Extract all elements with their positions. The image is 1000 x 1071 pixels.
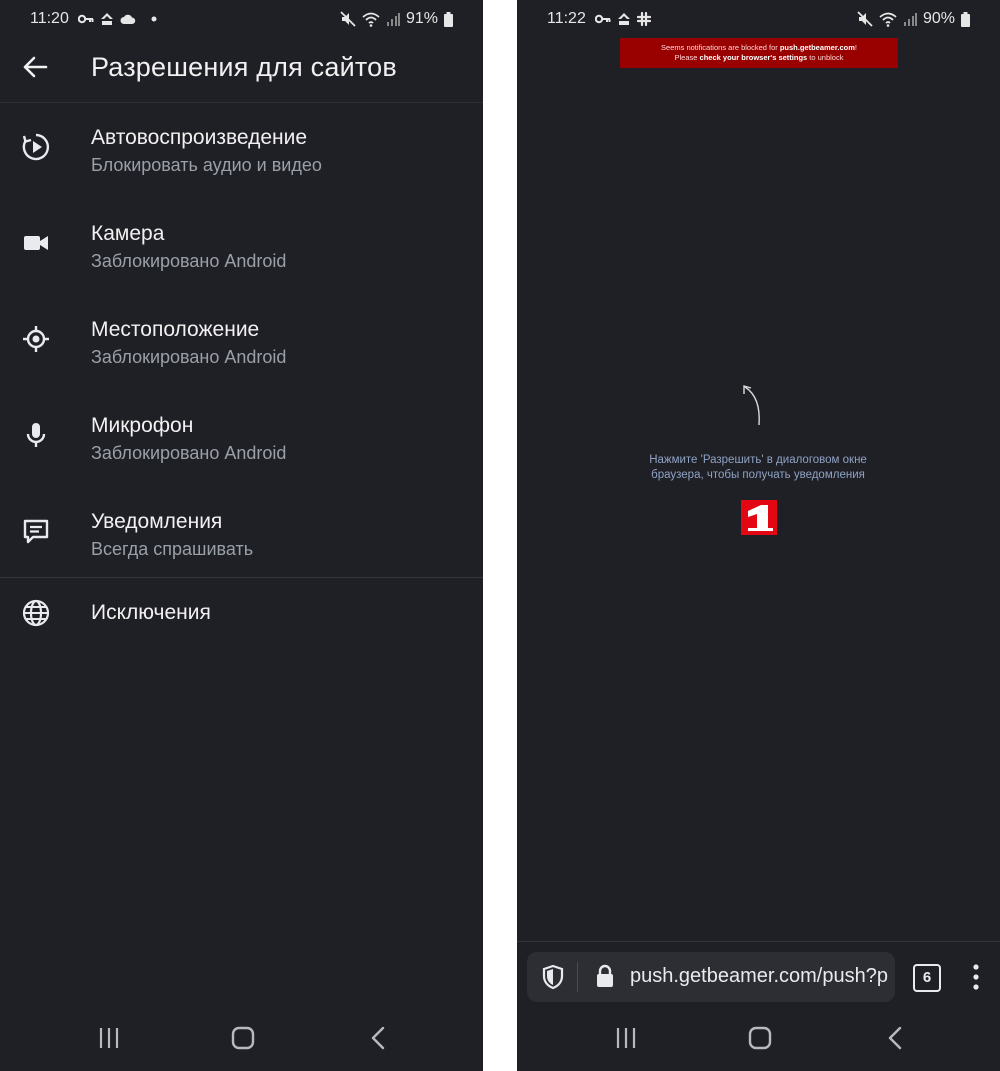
status-system-icons: 90% bbox=[857, 9, 970, 29]
microphone-icon bbox=[26, 423, 46, 447]
permission-item-location[interactable]: Местоположение Заблокировано Android bbox=[0, 294, 483, 390]
permission-title: Автовоспроизведение bbox=[91, 126, 308, 149]
permission-title: Микрофон bbox=[91, 414, 194, 437]
battery-icon bbox=[444, 11, 453, 27]
permission-item-notifications[interactable]: Уведомления Всегда спрашивать bbox=[0, 486, 483, 582]
autoplay-icon bbox=[22, 133, 50, 161]
status-bar: 11:20 91% bbox=[0, 0, 483, 38]
exceptions-title: Исключения bbox=[91, 601, 211, 624]
permission-title: Местоположение bbox=[91, 318, 260, 341]
home-icon[interactable] bbox=[231, 1026, 255, 1050]
permission-item-camera[interactable]: Камера Заблокировано Android bbox=[0, 198, 483, 294]
nav-back-icon[interactable] bbox=[370, 1026, 386, 1050]
permission-status: Всегда спрашивать bbox=[91, 539, 254, 559]
permission-title: Камера bbox=[91, 222, 165, 245]
permission-item-autoplay[interactable]: Автовоспроизведение Блокировать аудио и … bbox=[0, 102, 483, 198]
permission-status: Заблокировано Android bbox=[91, 443, 287, 463]
app-notification-icon bbox=[101, 13, 113, 25]
location-icon bbox=[23, 326, 49, 352]
status-notification-icons bbox=[78, 10, 160, 28]
battery-icon bbox=[961, 11, 970, 27]
mute-icon bbox=[340, 11, 356, 27]
browser-screen: 11:22 90% Seems notifications are blocke… bbox=[517, 0, 1000, 1071]
tabs-count-button[interactable]: 6 bbox=[913, 964, 941, 992]
key-icon bbox=[78, 14, 94, 24]
banner-domain: push.getbeamer.com bbox=[779, 43, 855, 52]
permission-status: Блокировать аудио и видео bbox=[91, 155, 322, 175]
camera-icon bbox=[24, 236, 48, 250]
app-bar: Разрешения для сайтов bbox=[0, 38, 483, 103]
channel-one-logo bbox=[741, 500, 777, 535]
slack-icon bbox=[637, 12, 651, 26]
battery-percent: 91% bbox=[405, 10, 438, 27]
blocked-notifications-banner: Seems notifications are blocked for push… bbox=[620, 38, 898, 68]
lock-icon[interactable] bbox=[595, 964, 615, 988]
permission-item-exceptions[interactable]: Исключения bbox=[0, 578, 483, 648]
banner-text: to unblock bbox=[807, 53, 844, 62]
signal-icon bbox=[903, 13, 917, 26]
banner-text: ! bbox=[854, 43, 857, 52]
permission-status: Заблокировано Android bbox=[91, 347, 287, 367]
url-bar[interactable]: push.getbeamer.com/push?p bbox=[527, 952, 895, 1002]
status-time: 11:22 bbox=[547, 10, 586, 27]
recent-apps-icon[interactable] bbox=[98, 1027, 120, 1049]
banner-text: Seems notifications are blocked for bbox=[661, 43, 780, 52]
battery-percent: 90% bbox=[922, 10, 955, 27]
wifi-icon bbox=[879, 12, 897, 27]
status-system-icons: 91% bbox=[340, 9, 453, 29]
back-arrow-icon[interactable] bbox=[22, 54, 48, 80]
signal-icon bbox=[386, 13, 400, 26]
url-text[interactable]: push.getbeamer.com/push?p bbox=[630, 965, 888, 988]
home-icon[interactable] bbox=[748, 1026, 772, 1050]
app-notification-icon bbox=[618, 13, 630, 25]
key-icon bbox=[595, 14, 611, 24]
browser-toolbar: push.getbeamer.com/push?p 6 bbox=[517, 941, 1000, 1014]
recent-apps-icon[interactable] bbox=[615, 1027, 637, 1049]
overflow-menu-icon[interactable] bbox=[973, 964, 979, 990]
shield-icon[interactable] bbox=[541, 964, 565, 990]
status-time: 11:20 bbox=[30, 10, 69, 27]
url-separator bbox=[577, 962, 578, 992]
dot-icon bbox=[151, 16, 157, 22]
notifications-icon bbox=[23, 519, 49, 544]
globe-icon bbox=[22, 599, 50, 627]
banner-text: Please bbox=[674, 53, 700, 62]
banner-settings-hint: check your browser's settings bbox=[699, 53, 808, 62]
site-settings-screen: 11:20 91% Разрешения для сайтов Автовосп… bbox=[0, 0, 483, 1071]
permissions-list: Автовоспроизведение Блокировать аудио и … bbox=[0, 102, 483, 648]
cloud-icon bbox=[120, 14, 136, 24]
status-notification-icons bbox=[595, 10, 651, 28]
mute-icon bbox=[857, 11, 873, 27]
nav-back-icon[interactable] bbox=[887, 1026, 903, 1050]
permission-status: Заблокировано Android bbox=[91, 251, 287, 271]
curved-arrow-icon bbox=[743, 385, 760, 426]
status-bar: 11:22 90% bbox=[517, 0, 1000, 38]
banner-line-1: Seems notifications are blocked for push… bbox=[620, 43, 898, 53]
permission-item-microphone[interactable]: Микрофон Заблокировано Android bbox=[0, 390, 483, 486]
page-title: Разрешения для сайтов bbox=[91, 52, 397, 82]
allow-prompt-text: Нажмите 'Разрешить' в диалоговом окне бр… bbox=[649, 454, 867, 481]
permission-title: Уведомления bbox=[91, 510, 223, 533]
system-nav-bar bbox=[517, 1013, 1000, 1071]
wifi-icon bbox=[362, 12, 380, 27]
banner-line-2: Please check your browser's settings to … bbox=[620, 53, 898, 63]
system-nav-bar bbox=[0, 1013, 483, 1071]
